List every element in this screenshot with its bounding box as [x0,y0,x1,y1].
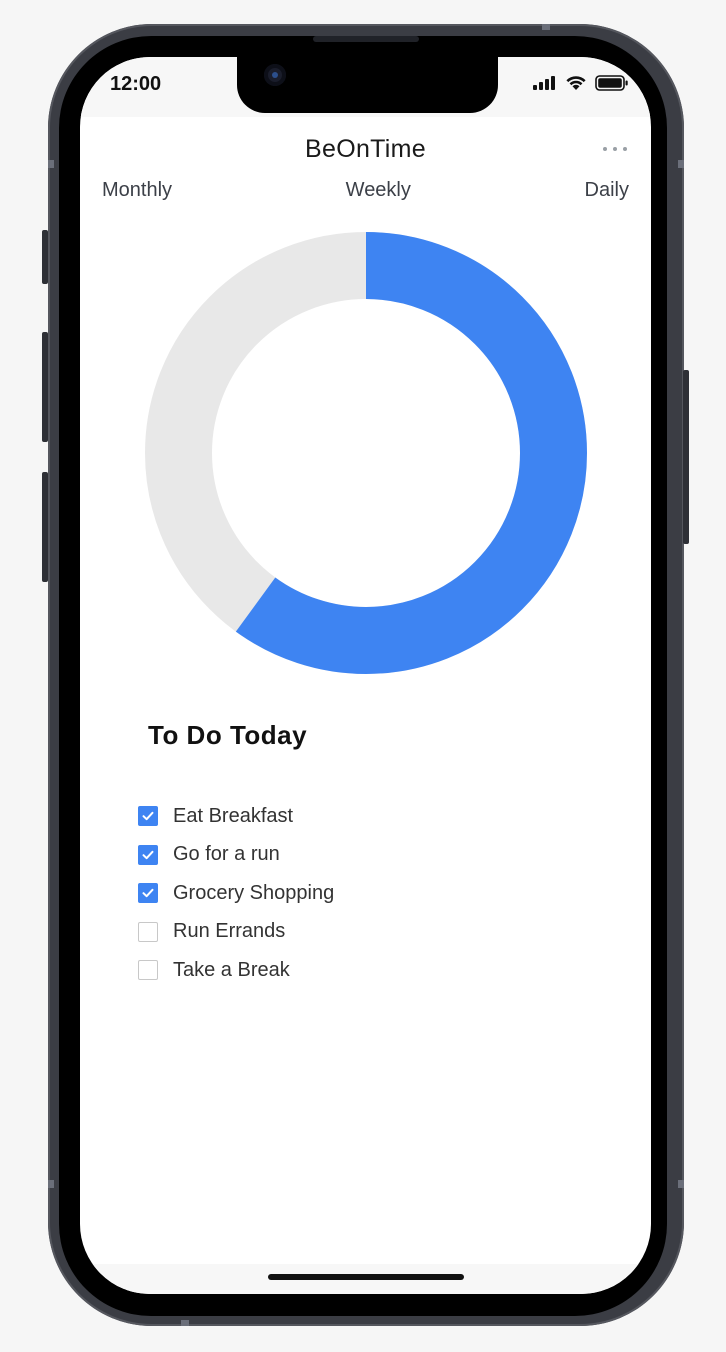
checkbox-checked[interactable] [138,806,158,827]
home-indicator[interactable] [268,1274,464,1280]
more-dot [613,147,617,151]
signal-icon [533,76,555,90]
action-button [42,230,48,284]
front-camera [264,64,286,86]
todo-item-label: Take a Break [173,958,290,981]
checkbox-checked[interactable] [138,883,158,904]
todo-list: Eat Breakfast Go for a run Grocery Shopp… [138,797,334,990]
antenna-band [181,1320,189,1326]
antenna-band [48,160,54,168]
checkbox-unchecked[interactable] [138,921,158,942]
todo-item-label: Grocery Shopping [173,881,335,904]
volume-up-button [42,332,48,442]
todo-item[interactable]: Grocery Shopping [138,874,334,913]
checkbox-checked[interactable] [138,844,158,865]
period-tabs: Monthly Weekly Daily [102,179,629,209]
todo-item[interactable]: Run Errands [138,913,334,952]
app-screen: 12:00 BeOnTime Monthly Weekly Daily To D… [80,57,651,1294]
checkbox-unchecked[interactable] [138,960,158,981]
tab-weekly[interactable]: Weekly [346,179,411,209]
status-time: 12:00 [110,73,162,95]
app-title: BeOnTime [305,135,426,163]
wifi-icon [566,76,586,90]
check-icon [142,850,154,859]
more-dot [603,147,607,151]
todo-heading: To Do Today [148,720,308,750]
battery-icon [595,75,628,91]
todo-item[interactable]: Go for a run [138,836,334,875]
earpiece-speaker [313,36,419,42]
notch [237,57,498,113]
progress-ring [145,232,587,674]
antenna-band [678,160,684,168]
check-icon [142,812,154,821]
todo-item[interactable]: Take a Break [138,951,334,990]
tab-daily[interactable]: Daily [585,179,629,209]
home-bar-area [80,1264,651,1294]
antenna-band [48,1180,54,1188]
todo-item[interactable]: Eat Breakfast [138,797,334,836]
todo-item-label: Run Errands [173,920,286,943]
antenna-band [542,24,550,30]
todo-item-label: Go for a run [173,843,280,866]
more-horizontal-icon[interactable] [603,147,627,151]
volume-down-button [42,472,48,582]
power-button [683,370,689,544]
antenna-band [678,1180,684,1188]
todo-item-label: Eat Breakfast [173,804,294,827]
check-icon [142,889,154,898]
tab-monthly[interactable]: Monthly [102,179,172,209]
more-dot [623,147,627,151]
status-icons [533,73,629,93]
